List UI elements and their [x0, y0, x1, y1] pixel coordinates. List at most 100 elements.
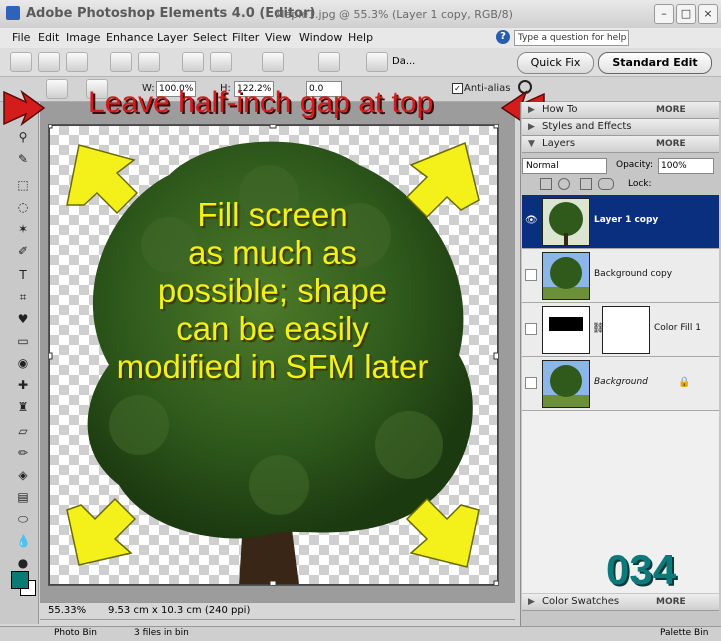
- layers-more-button[interactable]: MORE: [656, 136, 686, 152]
- zoom-level: 55.33%: [48, 605, 87, 616]
- visibility-toggle[interactable]: [525, 269, 537, 281]
- how-to-more-button[interactable]: MORE: [656, 102, 686, 118]
- redo-icon[interactable]: [210, 52, 232, 72]
- menu-select[interactable]: Select: [193, 31, 227, 44]
- new-layer-icon[interactable]: [540, 178, 552, 190]
- menu-help[interactable]: Help: [348, 31, 373, 44]
- sponge-tool-icon[interactable]: ●: [16, 556, 30, 570]
- shape-tool-icon[interactable]: ⬭: [16, 512, 30, 526]
- paint-bucket-tool-icon[interactable]: ◈: [16, 468, 30, 482]
- menu-window[interactable]: Window: [299, 31, 342, 44]
- menu-enhance[interactable]: Enhance: [106, 31, 153, 44]
- close-icon[interactable]: ×: [698, 4, 718, 24]
- menu-edit[interactable]: Edit: [38, 31, 59, 44]
- layer-row-color-fill-1[interactable]: ⛓ Color Fill 1: [522, 303, 719, 357]
- annotation-line: can be easily: [176, 310, 369, 347]
- expand-triangle-icon: ▶: [528, 122, 535, 132]
- app-logo-icon: [6, 6, 20, 20]
- arrow-left-red-icon: [3, 89, 46, 127]
- title-bar: Adobe Photoshop Elements 4.0 (Editor) Ma…: [0, 0, 721, 29]
- online-services-icon[interactable]: [138, 52, 160, 72]
- quick-fix-button[interactable]: Quick Fix: [517, 52, 594, 74]
- expand-triangle-icon: ▶: [528, 597, 535, 607]
- status-bar: 55.33% 9.53 cm x 10.3 cm (240 ppi): [40, 602, 515, 619]
- minimize-icon[interactable]: –: [654, 4, 674, 24]
- layer-thumbnail: [542, 252, 590, 300]
- layers-palette-header[interactable]: ▼ Layers MORE: [522, 136, 719, 153]
- foreground-color-swatch[interactable]: [11, 571, 29, 589]
- undo-icon[interactable]: [182, 52, 204, 72]
- how-to-label: How To: [542, 104, 578, 115]
- blur-tool-icon[interactable]: 💧: [16, 534, 31, 548]
- help-search-input[interactable]: Type a question for help: [514, 30, 629, 46]
- straighten-tool-icon[interactable]: ▭: [16, 334, 30, 348]
- red-eye-tool-icon[interactable]: ◉: [16, 356, 30, 370]
- open-file-icon[interactable]: [38, 52, 60, 72]
- save-icon[interactable]: [66, 52, 88, 72]
- brush-tool-icon[interactable]: ✏: [16, 446, 30, 460]
- layer-name: Background copy: [594, 269, 673, 279]
- photo-browser-icon[interactable]: [262, 52, 284, 72]
- color-swatches-label: Color Swatches: [542, 596, 620, 607]
- gradient-tool-icon[interactable]: ▤: [16, 490, 30, 504]
- layer-row-background-copy[interactable]: Background copy: [522, 249, 719, 303]
- eraser-tool-icon[interactable]: ▱: [16, 424, 30, 438]
- step-number: 034: [606, 546, 677, 593]
- app-title: Adobe Photoshop Elements 4.0 (Editor): [26, 6, 316, 21]
- delete-layer-icon[interactable]: [580, 178, 592, 190]
- menu-view[interactable]: View: [265, 31, 291, 44]
- palette-bin-label[interactable]: Palette Bin: [660, 628, 708, 638]
- create-icon[interactable]: [366, 52, 388, 72]
- standard-edit-button[interactable]: Standard Edit: [598, 52, 712, 74]
- layer-thumbnail: [542, 198, 590, 246]
- crop-tool-icon[interactable]: ⌗: [16, 290, 30, 304]
- menu-file[interactable]: File: [12, 31, 30, 44]
- collapse-triangle-icon: ▼: [528, 139, 535, 149]
- color-swatches-more-button[interactable]: MORE: [656, 594, 686, 610]
- clone-stamp-tool-icon[interactable]: ♜: [16, 400, 30, 414]
- photo-bin-bar: Photo Bin 3 files in bin Palette Bin: [0, 626, 721, 641]
- annotation-line: possible; shape: [157, 272, 388, 309]
- fill-screen-annotation: Fill screen as much as possible; shape c…: [75, 196, 470, 386]
- document-title: Maple1.jpg @ 55.3% (Layer 1 copy, RGB/8): [275, 8, 513, 21]
- eyedropper-tool-icon[interactable]: ✎: [16, 152, 30, 166]
- link-layers-icon[interactable]: [598, 178, 614, 190]
- how-to-palette-header[interactable]: ▶ How To MORE: [522, 102, 719, 119]
- help-icon[interactable]: ?: [496, 30, 510, 44]
- lock-icon: 🔒: [678, 377, 691, 388]
- mask-thumbnail: [602, 306, 650, 354]
- new-file-icon[interactable]: [10, 52, 32, 72]
- styles-effects-palette-header[interactable]: ▶ Styles and Effects: [522, 119, 719, 136]
- eye-icon[interactable]: 👁: [525, 215, 538, 227]
- marquee-tool-icon[interactable]: ⬚: [16, 178, 30, 192]
- move-tool-option-icon[interactable]: [46, 79, 68, 99]
- selection-brush-tool-icon[interactable]: ✐: [16, 244, 30, 258]
- type-tool-icon[interactable]: T: [16, 268, 30, 282]
- blend-mode-select[interactable]: Normal: [522, 158, 607, 174]
- layer-name: Layer 1 copy: [594, 215, 659, 225]
- anti-alias-checkbox[interactable]: ✓: [452, 83, 463, 94]
- menu-image[interactable]: Image: [66, 31, 100, 44]
- photo-bin-label[interactable]: Photo Bin: [54, 628, 97, 638]
- visibility-toggle[interactable]: [525, 377, 537, 389]
- visibility-toggle[interactable]: [525, 323, 537, 335]
- color-swatches-palette-header[interactable]: ▶ Color Swatches MORE: [522, 594, 719, 611]
- annotation-line: modified in SFM later: [116, 348, 429, 385]
- expand-triangle-icon: ▶: [528, 105, 535, 115]
- lasso-tool-icon[interactable]: ◌: [16, 200, 30, 214]
- zoom-tool-icon[interactable]: ⚲: [16, 130, 30, 144]
- menu-layer[interactable]: Layer: [157, 31, 188, 44]
- layer-row-layer-1-copy[interactable]: 👁 Layer 1 copy: [522, 195, 719, 249]
- opacity-field[interactable]: 100%: [658, 158, 714, 174]
- maximize-icon[interactable]: □: [676, 4, 696, 24]
- menu-filter[interactable]: Filter: [232, 31, 259, 44]
- adjustment-layer-icon[interactable]: [558, 178, 570, 190]
- date-view-label: Da...: [392, 56, 416, 67]
- date-view-icon[interactable]: [318, 52, 340, 72]
- cookie-cutter-tool-icon[interactable]: ♥: [16, 312, 30, 326]
- magic-wand-tool-icon[interactable]: ✶: [16, 222, 30, 236]
- healing-brush-tool-icon[interactable]: ✚: [16, 378, 30, 392]
- layer-row-background[interactable]: Background 🔒: [522, 357, 719, 411]
- annotation-line: Fill screen: [197, 196, 348, 233]
- print-icon[interactable]: [110, 52, 132, 72]
